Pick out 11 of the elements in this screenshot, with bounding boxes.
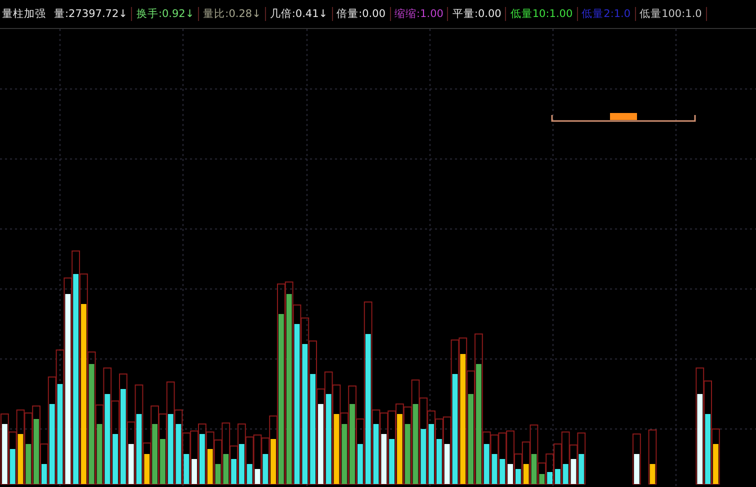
indicator-reading: 平量:0.00 (448, 7, 506, 21)
indicator-reading: 倍量:0.00 (332, 7, 391, 21)
indicator-reading: 量:27397.72↓ (50, 7, 132, 21)
indicator-reading: 几倍:0.41↓ (266, 7, 333, 21)
indicator-title: 量柱加强 (1, 7, 47, 21)
indicator-reading: 量比:0.28↓ (199, 7, 266, 21)
indicator-reading: 低量100:1.0 (636, 7, 707, 21)
indicator-reading: 低量10:1.00 (506, 7, 578, 21)
indicator-reading: 换手:0.92↓ (132, 7, 200, 21)
indicator-reading: 低量2:1.0 (578, 7, 636, 21)
indicator-reading: 缩缩:1.00 (390, 7, 448, 21)
